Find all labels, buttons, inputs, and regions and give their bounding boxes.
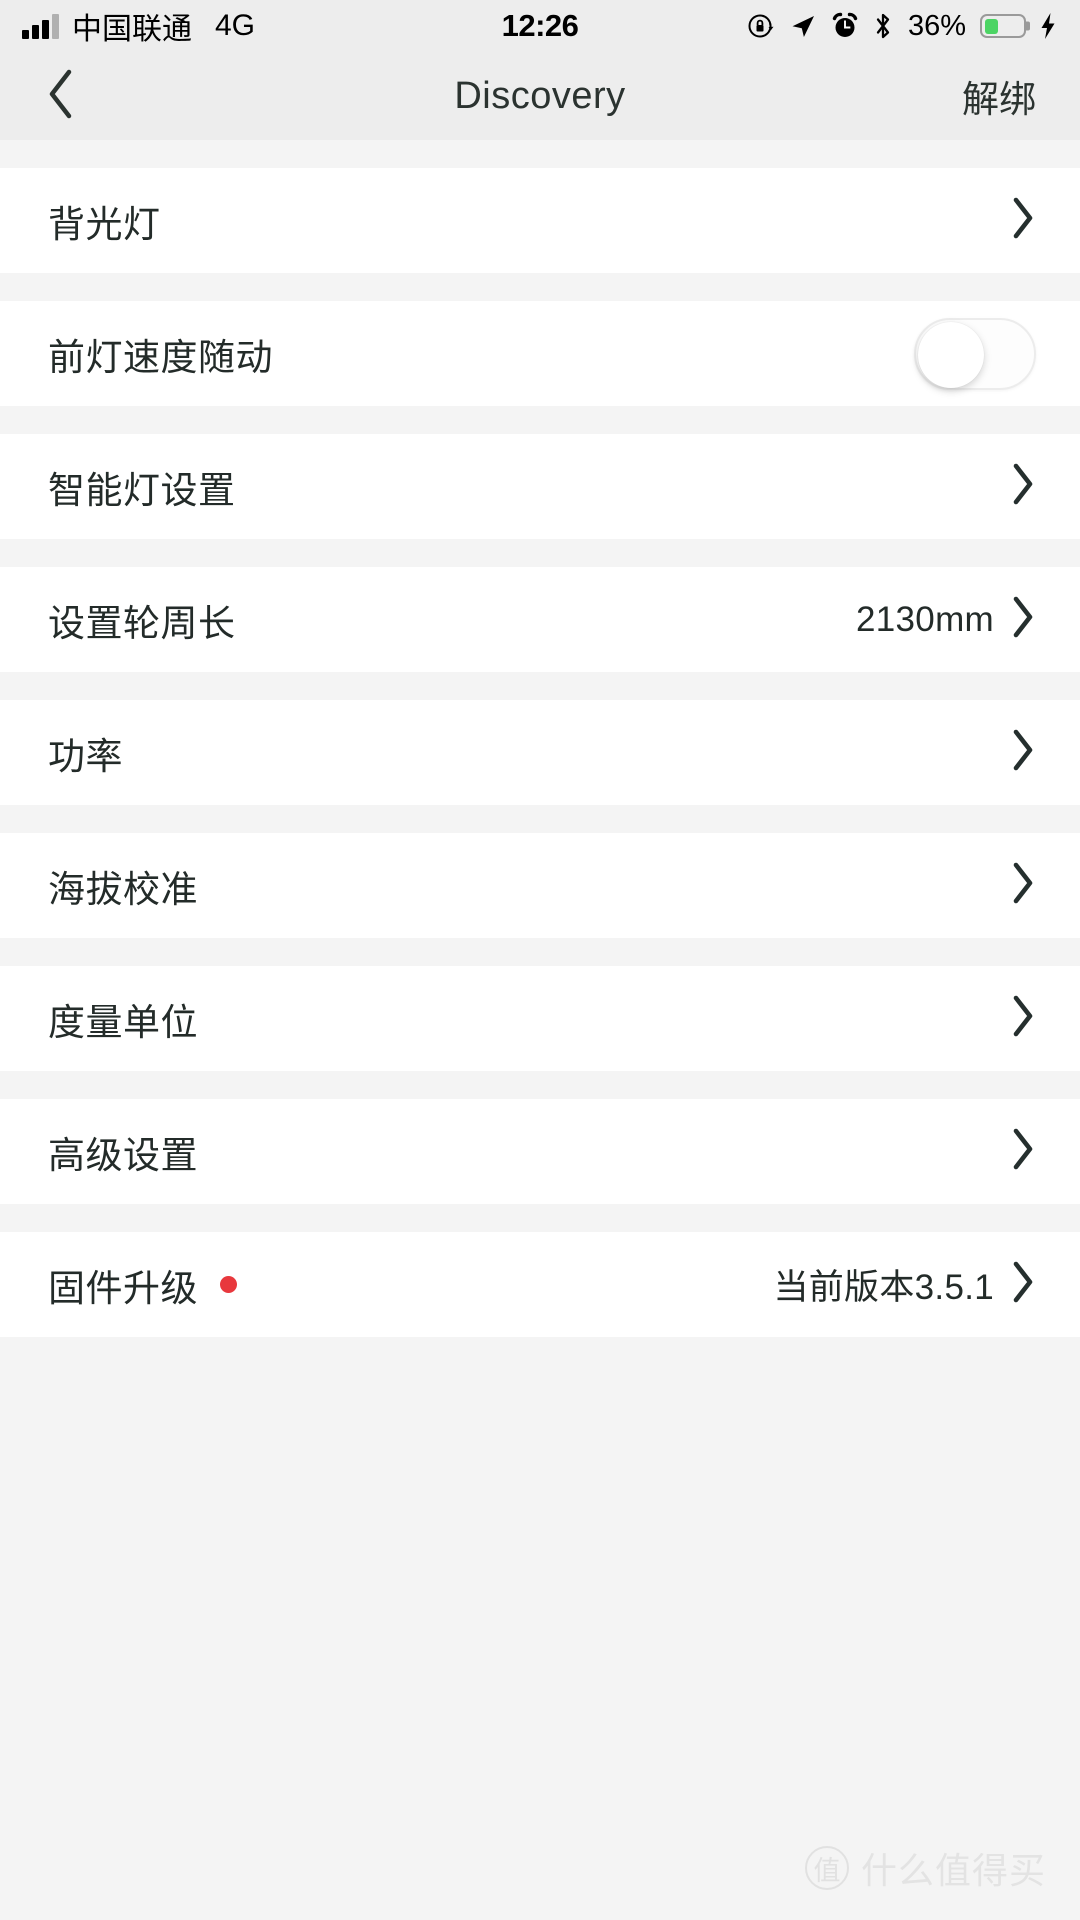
row-label: 功率 — [48, 735, 123, 777]
row-accessory: 当前版本3.5.1 — [773, 1259, 1036, 1310]
row-value: 当前版本3.5.1 — [773, 1268, 994, 1307]
row-accessory — [1010, 727, 1036, 778]
rotation-lock-icon — [746, 11, 776, 41]
chevron-right-icon — [1010, 727, 1036, 778]
charging-bolt-icon — [1038, 11, 1058, 41]
settings-row-advanced[interactable]: 高级设置 — [0, 1099, 1080, 1204]
list-separator — [0, 672, 1080, 700]
navigation-bar: Discovery 解绑 — [0, 52, 1080, 140]
row-accessory — [1010, 993, 1036, 1044]
row-label: 海拔校准 — [48, 868, 198, 910]
list-separator — [0, 539, 1080, 567]
alarm-clock-icon — [830, 11, 860, 41]
list-bottom-filler — [0, 1337, 1080, 1920]
list-separator — [0, 140, 1080, 168]
row-label: 高级设置 — [48, 1134, 198, 1176]
settings-row-power[interactable]: 功率 — [0, 700, 1080, 805]
chevron-right-icon — [1010, 461, 1036, 512]
battery-icon — [980, 14, 1026, 38]
chevron-right-icon — [1010, 1126, 1036, 1177]
chevron-right-icon — [1010, 594, 1036, 645]
carrier-label: 中国联通 — [72, 13, 192, 46]
row-label: 智能灯设置 — [48, 469, 236, 511]
phone-screen: 中国联通 4G 12:26 36% Discovery 解绑 背光灯 前灯速度随… — [0, 0, 1080, 1920]
settings-row-altitude-calibration[interactable]: 海拔校准 — [0, 833, 1080, 938]
chevron-right-icon — [1010, 993, 1036, 1044]
list-separator — [0, 273, 1080, 301]
signal-bars-icon — [22, 13, 59, 39]
row-label: 前灯速度随动 — [48, 336, 273, 378]
status-bar-left: 中国联通 4G — [22, 4, 255, 48]
row-accessory — [914, 317, 1036, 390]
row-label: 度量单位 — [48, 1001, 198, 1043]
clock-label: 12:26 — [501, 8, 579, 43]
settings-row-headlight-speed-follow[interactable]: 前灯速度随动 — [0, 301, 1080, 406]
chevron-right-icon — [1010, 195, 1036, 246]
row-accessory — [1010, 1126, 1036, 1177]
row-label-wrapper: 固件升级 — [48, 1258, 237, 1312]
list-separator — [0, 805, 1080, 833]
chevron-right-icon — [1010, 860, 1036, 911]
settings-row-smart-light[interactable]: 智能灯设置 — [0, 434, 1080, 539]
smzdm-logo-icon: 值 — [804, 1846, 849, 1890]
row-value: 2130mm — [856, 599, 994, 639]
row-accessory: 2130mm — [856, 594, 1036, 645]
row-label: 背光灯 — [48, 203, 161, 245]
update-badge-dot — [220, 1276, 237, 1293]
watermark-label: 什么值得买 — [860, 1850, 1046, 1891]
page-title: Discovery — [454, 74, 626, 117]
chevron-right-icon — [1010, 1259, 1036, 1310]
bluetooth-icon — [872, 11, 894, 41]
settings-row-backlight[interactable]: 背光灯 — [0, 168, 1080, 273]
toggle-knob — [918, 321, 984, 388]
row-label: 设置轮周长 — [48, 602, 236, 644]
location-arrow-icon — [788, 11, 818, 41]
settings-list: 背光灯 前灯速度随动 智能灯设置 设置轮周长 2130mm 功率 海拔校准 度量… — [0, 140, 1080, 1920]
settings-row-firmware-upgrade[interactable]: 固件升级 当前版本3.5.1 — [0, 1232, 1080, 1337]
row-accessory — [1010, 195, 1036, 246]
network-type-label: 4G — [215, 9, 256, 42]
settings-row-wheel-circumference[interactable]: 设置轮周长 2130mm — [0, 567, 1080, 672]
list-separator — [0, 1071, 1080, 1099]
status-bar-right: 36% — [746, 10, 1058, 43]
row-label: 固件升级 — [48, 1267, 198, 1309]
status-bar: 中国联通 4G 12:26 36% — [0, 0, 1080, 52]
headlight-speed-follow-toggle[interactable] — [914, 317, 1036, 390]
list-separator — [0, 1204, 1080, 1232]
list-separator — [0, 406, 1080, 434]
row-accessory — [1010, 860, 1036, 911]
watermark: 值 什么值得买 — [804, 1842, 1046, 1894]
settings-row-measurement-units[interactable]: 度量单位 — [0, 966, 1080, 1071]
list-separator — [0, 938, 1080, 966]
battery-percent-label: 36% — [907, 9, 966, 42]
row-accessory — [1010, 461, 1036, 512]
